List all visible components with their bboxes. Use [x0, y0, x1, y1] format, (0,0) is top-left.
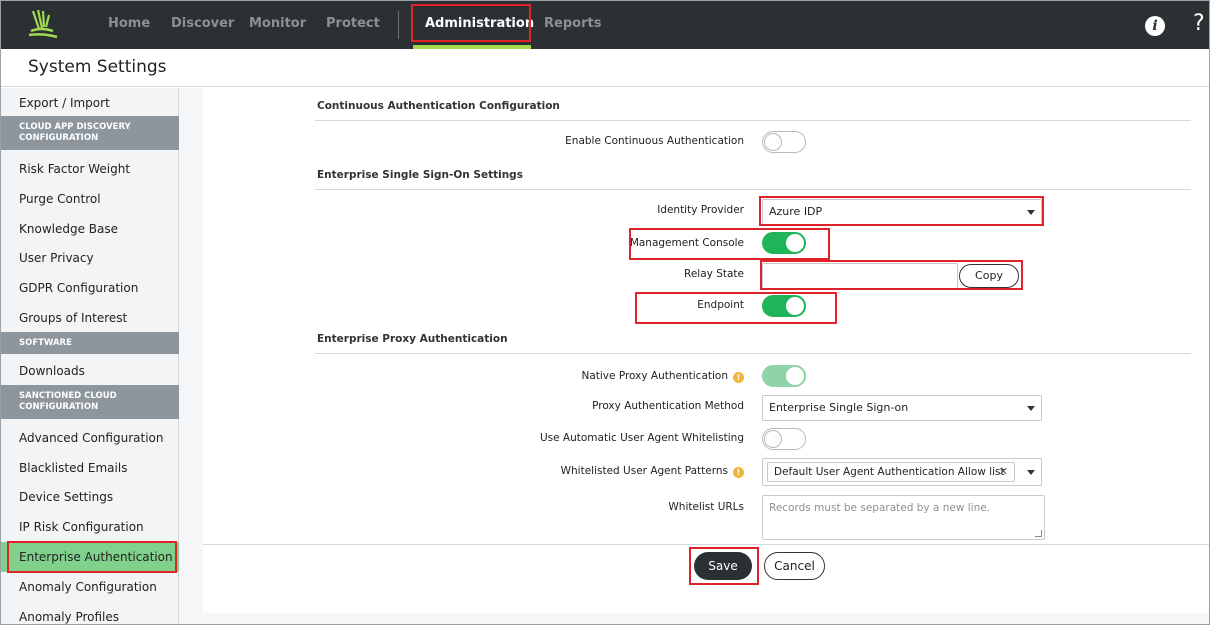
- native-proxy-auth-label: Native Proxy Authentication!: [441, 370, 744, 383]
- close-icon[interactable]: ✕: [999, 463, 1008, 481]
- toggle-knob: [786, 234, 804, 252]
- sidebar-item-advanced-configuration[interactable]: Advanced Configuration: [1, 423, 179, 453]
- nav-administration[interactable]: Administration: [425, 16, 534, 31]
- sidebar-item-knowledge-base[interactable]: Knowledge Base: [1, 214, 179, 244]
- management-console-label: Management Console: [629, 237, 744, 249]
- top-nav: Home Discover Monitor Protect Administra…: [1, 1, 1209, 49]
- relay-state-input[interactable]: [762, 263, 958, 289]
- sidebar-item-anomaly-configuration[interactable]: Anomaly Configuration: [1, 572, 179, 602]
- info-icon[interactable]: i: [1145, 16, 1165, 36]
- section-divider: [315, 120, 1191, 121]
- endpoint-label: Endpoint: [697, 299, 744, 311]
- section-divider: [315, 189, 1191, 190]
- toggle-knob: [764, 430, 782, 448]
- chevron-down-icon: [1027, 470, 1035, 475]
- sidebar-item-user-privacy[interactable]: User Privacy: [1, 243, 179, 273]
- management-console-toggle[interactable]: [762, 232, 806, 254]
- toggle-knob: [786, 367, 804, 385]
- nav-discover[interactable]: Discover: [171, 16, 234, 31]
- info-dot-icon[interactable]: !: [733, 372, 744, 383]
- page-title: System Settings: [28, 57, 167, 77]
- brand-logo-icon[interactable]: [25, 7, 61, 43]
- resize-grip-icon[interactable]: [1035, 530, 1042, 537]
- sidebar-section-cloud-app-discovery: CLOUD APP DISCOVERY CONFIGURATION: [1, 116, 179, 150]
- nav-protect[interactable]: Protect: [326, 16, 380, 31]
- identity-provider-select[interactable]: Azure IDP: [762, 199, 1042, 225]
- cancel-button[interactable]: Cancel: [764, 552, 825, 580]
- sidebar-section-sanctioned-cloud: SANCTIONED CLOUD CONFIGURATION: [1, 385, 179, 419]
- whitelisted-ua-patterns-label: Whitelisted User Agent Patterns!: [441, 465, 744, 478]
- settings-panel: [203, 88, 1209, 613]
- proxy-auth-method-select[interactable]: Enterprise Single Sign-on: [762, 395, 1042, 421]
- section-sso-heading: Enterprise Single Sign-On Settings: [317, 169, 523, 181]
- sidebar-item-risk-factor-weight[interactable]: Risk Factor Weight: [1, 154, 179, 184]
- ua-pattern-chip: Default User Agent Authentication Allow …: [767, 462, 1015, 482]
- toggle-knob: [764, 133, 782, 151]
- nav-reports[interactable]: Reports: [544, 16, 601, 31]
- sidebar-item-export-import[interactable]: Export / Import: [1, 88, 179, 118]
- chevron-down-icon: [1027, 406, 1035, 411]
- native-proxy-auth-text: Native Proxy Authentication: [581, 370, 728, 382]
- sidebar-item-enterprise-authentication[interactable]: Enterprise Authentication: [1, 542, 179, 572]
- whitelist-urls-label: Whitelist URLs: [668, 501, 744, 513]
- info-dot-icon[interactable]: !: [733, 467, 744, 478]
- help-icon[interactable]: ?: [1193, 11, 1205, 36]
- copy-button[interactable]: Copy: [959, 264, 1019, 288]
- footer-divider: [203, 544, 1209, 545]
- chevron-down-icon: [1027, 210, 1035, 215]
- enable-continuous-auth-label: Enable Continuous Authentication: [565, 135, 744, 147]
- app-window: Home Discover Monitor Protect Administra…: [0, 0, 1210, 625]
- toggle-knob: [786, 297, 804, 315]
- section-proxy-heading: Enterprise Proxy Authentication: [317, 333, 508, 345]
- sidebar-item-downloads[interactable]: Downloads: [1, 356, 179, 386]
- whitelisted-ua-patterns-text: Whitelisted User Agent Patterns: [560, 465, 728, 477]
- sidebar-section-software: SOFTWARE: [1, 332, 179, 354]
- sidebar-item-blacklisted-emails[interactable]: Blacklisted Emails: [1, 453, 179, 483]
- nav-home[interactable]: Home: [108, 16, 150, 31]
- auto-ua-whitelisting-toggle[interactable]: [762, 428, 806, 450]
- title-bar: System Settings: [1, 49, 1209, 87]
- identity-provider-value: Azure IDP: [769, 205, 823, 218]
- proxy-auth-method-value: Enterprise Single Sign-on: [769, 401, 909, 414]
- whitelist-urls-placeholder: Records must be separated by a new line.: [769, 502, 991, 514]
- sidebar-item-purge-control[interactable]: Purge Control: [1, 184, 179, 214]
- section-continuous-auth-heading: Continuous Authentication Configuration: [317, 100, 560, 112]
- auto-ua-whitelisting-label: Use Automatic User Agent Whitelisting: [539, 432, 744, 444]
- ua-pattern-chip-label: Default User Agent Authentication Allow …: [774, 466, 1005, 478]
- sidebar: Export / Import CLOUD APP DISCOVERY CONF…: [1, 88, 179, 624]
- nav-divider: [398, 11, 399, 39]
- nav-monitor[interactable]: Monitor: [249, 16, 306, 31]
- whitelisted-ua-patterns-select[interactable]: Default User Agent Authentication Allow …: [762, 458, 1042, 486]
- proxy-auth-method-label: Proxy Authentication Method: [592, 400, 744, 412]
- endpoint-toggle[interactable]: [762, 295, 806, 317]
- native-proxy-auth-toggle[interactable]: [762, 365, 806, 387]
- sidebar-item-device-settings[interactable]: Device Settings: [1, 482, 179, 512]
- relay-state-label: Relay State: [684, 268, 744, 280]
- identity-provider-label: Identity Provider: [657, 204, 744, 216]
- section-divider: [315, 353, 1191, 354]
- sidebar-item-anomaly-profiles[interactable]: Anomaly Profiles: [1, 602, 179, 624]
- sidebar-item-groups-of-interest[interactable]: Groups of Interest: [1, 303, 179, 333]
- whitelist-urls-textarea[interactable]: Records must be separated by a new line.: [762, 495, 1045, 540]
- save-button[interactable]: Save: [694, 552, 752, 580]
- sidebar-item-ip-risk-configuration[interactable]: IP Risk Configuration: [1, 512, 179, 542]
- enable-continuous-auth-toggle[interactable]: [762, 131, 806, 153]
- sidebar-item-gdpr-configuration[interactable]: GDPR Configuration: [1, 273, 179, 303]
